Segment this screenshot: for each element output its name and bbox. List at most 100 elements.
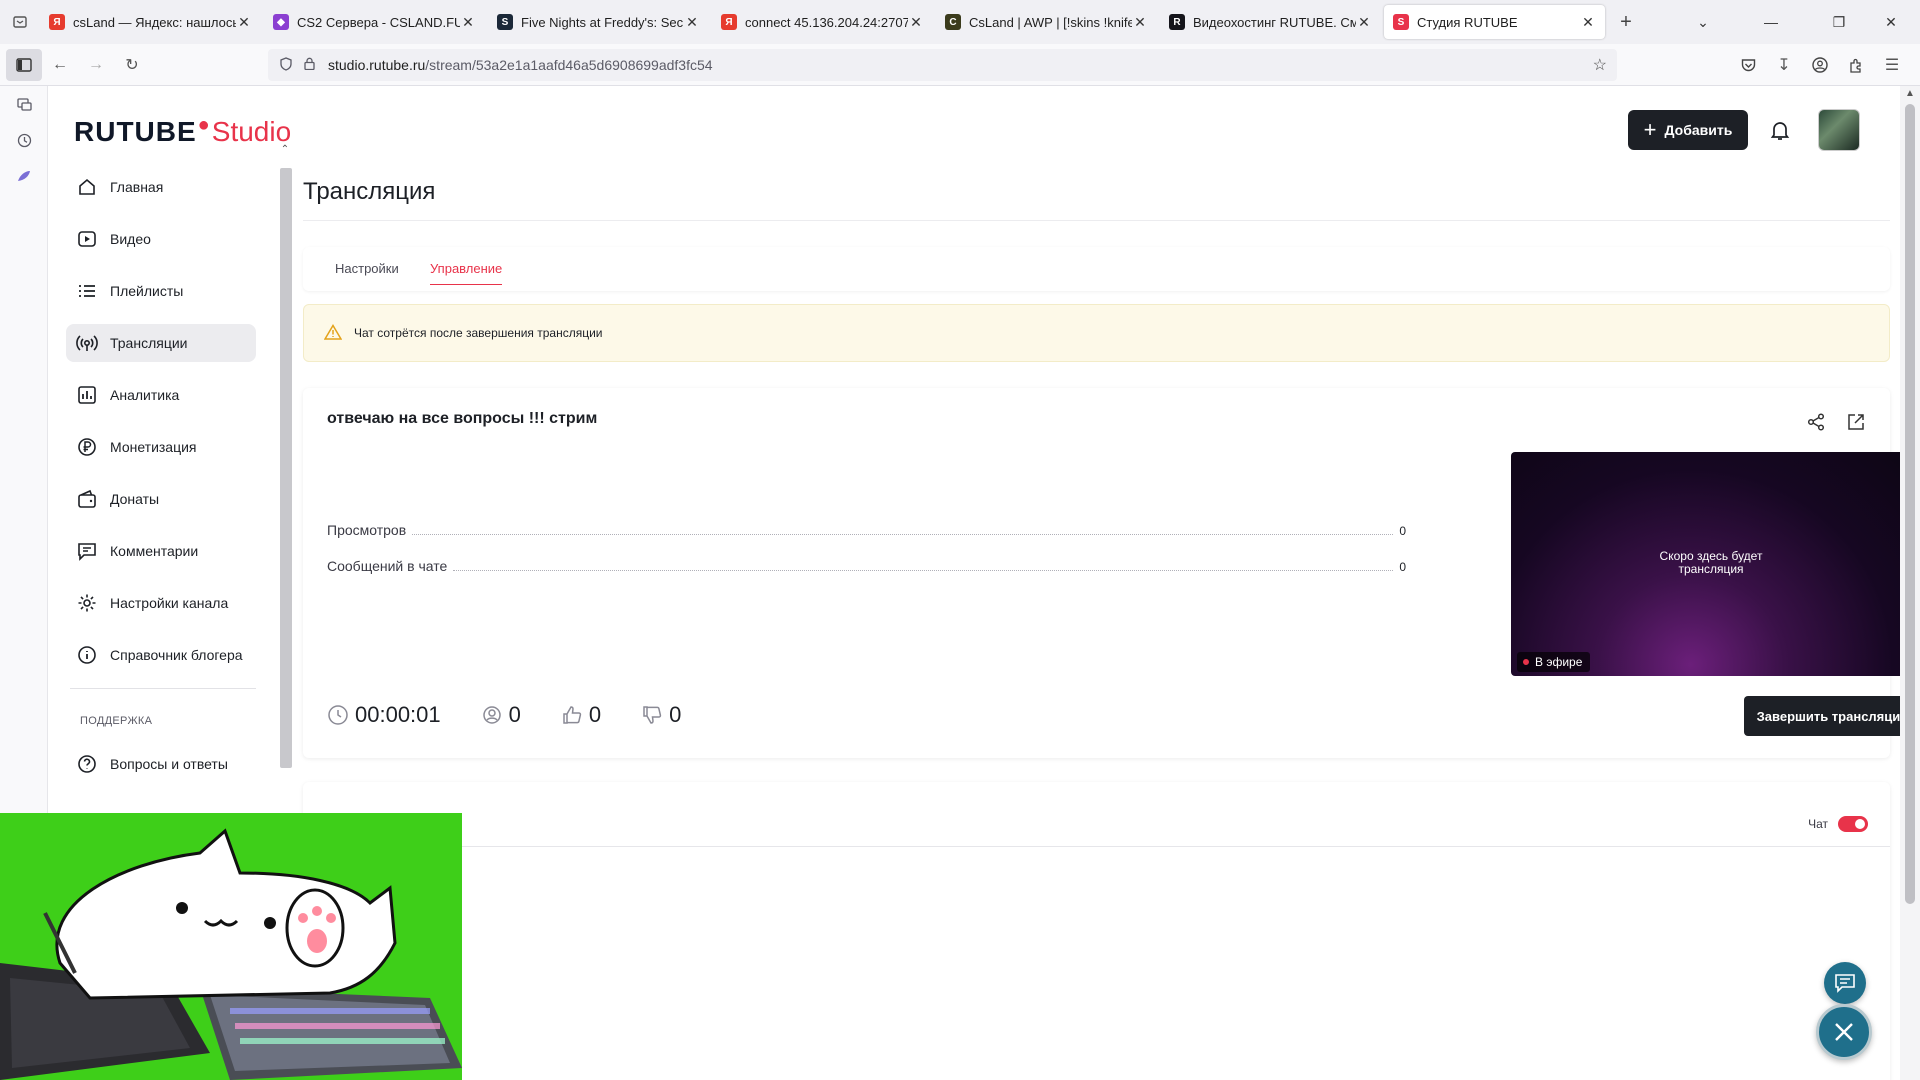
player-placeholder-text: Скоро здесь будет трансляция: [1511, 550, 1900, 576]
sidebar-item-list[interactable]: Плейлисты: [66, 272, 256, 310]
sidebar-item-label: Донаты: [110, 491, 160, 507]
reload-icon[interactable]: ↻: [114, 49, 150, 81]
tab-list-icon[interactable]: [0, 0, 40, 44]
shield-icon[interactable]: [280, 56, 304, 74]
stream-preview-player[interactable]: Скоро здесь будет трансляция В эфире: [1511, 452, 1900, 676]
stream-title: отвечаю на все вопросы !!! стрим: [327, 410, 598, 427]
webcam-overlay: [0, 813, 462, 1080]
tab-favicon-icon: Я: [49, 14, 65, 30]
sidebar-item-help[interactable]: Вопросы и ответы: [66, 745, 256, 783]
viewer-icon: [481, 704, 503, 726]
tab-close-icon[interactable]: ✕: [460, 14, 476, 31]
browser-tab[interactable]: S Five Nights at Freddy's: Secret o✕: [488, 5, 709, 39]
back-icon[interactable]: ←: [42, 49, 78, 81]
url-path: /stream/53a2e1a1aafd46a5d6908699adf3fc54: [425, 57, 713, 73]
history-icon[interactable]: [0, 122, 48, 158]
dislikes-value: 0: [669, 702, 682, 727]
page-scroll-thumb[interactable]: [1905, 104, 1915, 904]
open-external-icon[interactable]: [1846, 412, 1866, 432]
sidebar-scroll-thumb[interactable]: [280, 168, 292, 768]
warning-icon: [323, 323, 344, 343]
support-section-title: ПОДДЕРЖКА: [80, 715, 153, 727]
sidebar-item-label: Главная: [110, 179, 164, 195]
browser-tab[interactable]: S Студия RUTUBE ✕: [1384, 5, 1605, 39]
tab-close-icon[interactable]: ✕: [236, 14, 252, 31]
sidebar-item-gear[interactable]: Настройки канала: [66, 584, 256, 622]
stat-chat-messages-label: Сообщений в чате: [327, 558, 448, 574]
stat-chat-messages-row: Сообщений в чате 0: [327, 558, 1406, 574]
viewers-value: 0: [508, 702, 521, 727]
scroll-up-arrow-icon[interactable]: ⌃: [278, 144, 292, 155]
sidebar-item-info[interactable]: Справочник блогера: [66, 636, 256, 674]
close-window-button[interactable]: ✕: [1862, 14, 1920, 31]
tab-close-icon[interactable]: ✕: [1580, 14, 1596, 31]
tab-close-icon[interactable]: ✕: [908, 14, 924, 31]
tab-close-icon[interactable]: ✕: [1356, 14, 1372, 31]
sidebar-item-label: Монетизация: [110, 439, 197, 455]
thumbs-up-icon: [561, 704, 583, 726]
browser-tab[interactable]: ◆ CS2 Сервера - CSLAND.FUN - ✕: [264, 5, 485, 39]
tab-settings[interactable]: Настройки: [335, 261, 399, 276]
browser-tab[interactable]: Яconnect 45.136.204.24:27077 —✕: [712, 5, 933, 39]
bookmark-star-icon[interactable]: ☆: [1593, 55, 1607, 75]
menu-icon[interactable]: ☰: [1874, 49, 1910, 81]
sidebar-item-video[interactable]: Видео: [66, 220, 256, 258]
downloads-icon[interactable]: ↧: [1766, 49, 1802, 81]
share-icon[interactable]: [1806, 412, 1826, 432]
wallet-icon: [76, 488, 98, 510]
url-host: studio.rutube.ru: [328, 57, 426, 73]
tab-close-icon[interactable]: ✕: [1132, 14, 1148, 31]
tab-title: Five Nights at Freddy's: Secret o: [521, 14, 684, 30]
address-bar[interactable]: studio.rutube.ru/stream/53a2e1a1aafd46a5…: [268, 49, 1617, 81]
synced-tabs-icon[interactable]: [0, 86, 48, 122]
toolbar-icons: ↧ ☰: [1730, 44, 1910, 86]
page-scrollbar[interactable]: ▲: [1900, 86, 1920, 1080]
tab-favicon-icon: S: [1393, 14, 1409, 30]
extensions-icon[interactable]: [1838, 49, 1874, 81]
tab-title: Видеохостинг RUTUBE. Смотр: [1193, 14, 1356, 30]
dotted-leader: [453, 570, 1394, 571]
end-stream-button[interactable]: Завершить трансляцию: [1744, 696, 1900, 736]
browser-tab[interactable]: R Видеохостинг RUTUBE. Смотр✕: [1160, 5, 1381, 39]
stat-views-value: 0: [1399, 524, 1406, 538]
close-widget-button[interactable]: [1816, 1004, 1872, 1060]
sidebar-item-analytics[interactable]: Аналитика: [66, 376, 256, 414]
minimize-button[interactable]: —: [1726, 14, 1816, 30]
tab-close-icon[interactable]: ✕: [684, 14, 700, 31]
tab-title: Студия RUTUBE: [1417, 14, 1518, 30]
broadcast-icon: [76, 332, 98, 354]
sidebar-item-comment[interactable]: Комментарии: [66, 532, 256, 570]
browser-tab[interactable]: C CsLand | AWP | [!skins !knife !ws✕: [936, 5, 1157, 39]
logo-rutube-text: RUTUBE: [74, 116, 197, 147]
browser-tab[interactable]: ЯcsLand — Яндекс: нашлось 5 т✕: [40, 5, 261, 39]
rutube-studio-logo[interactable]: RUTUBE ● Studio: [74, 114, 291, 148]
likes-metric: 0: [561, 702, 601, 728]
extension-feather-icon[interactable]: [0, 158, 48, 194]
sidebar-item-home[interactable]: Главная: [66, 168, 256, 206]
stream-card: отвечаю на все вопросы !!! стрим Просмот…: [303, 388, 1900, 758]
warning-text: Чат сотрётся после завершения трансляции: [354, 326, 603, 340]
browser-nav-bar: ← → ↻ studio.rutube.ru/stream/53a2e1a1aa…: [0, 44, 1920, 86]
analytics-icon: [76, 384, 98, 406]
viewers-metric: 0: [481, 702, 521, 728]
tab-overflow-chevron-icon[interactable]: ⌄: [1680, 14, 1726, 31]
forward-icon[interactable]: →: [78, 49, 114, 81]
gear-icon: [76, 592, 98, 614]
sidebar-item-ruble[interactable]: Монетизация: [66, 428, 256, 466]
tab-management[interactable]: Управление: [430, 261, 503, 285]
title-divider: [303, 220, 1890, 221]
chat-toggle[interactable]: [1838, 816, 1868, 832]
pocket-icon[interactable]: [1730, 49, 1766, 81]
page-scroll-up-icon[interactable]: ▲: [1900, 88, 1920, 99]
new-tab-button[interactable]: +: [1608, 11, 1644, 34]
sidebar-item-wallet[interactable]: Донаты: [66, 480, 256, 518]
tab-favicon-icon: S: [497, 14, 513, 30]
likes-value: 0: [588, 702, 602, 727]
duration-value: 00:00:01: [355, 702, 441, 727]
maximize-button[interactable]: ❐: [1816, 14, 1862, 31]
sidebar-item-broadcast[interactable]: Трансляции: [66, 324, 256, 362]
sidebar-toggle-icon[interactable]: [6, 48, 42, 81]
account-icon[interactable]: [1802, 49, 1838, 81]
support-chat-button[interactable]: [1824, 962, 1866, 1004]
lock-icon[interactable]: [304, 57, 328, 73]
